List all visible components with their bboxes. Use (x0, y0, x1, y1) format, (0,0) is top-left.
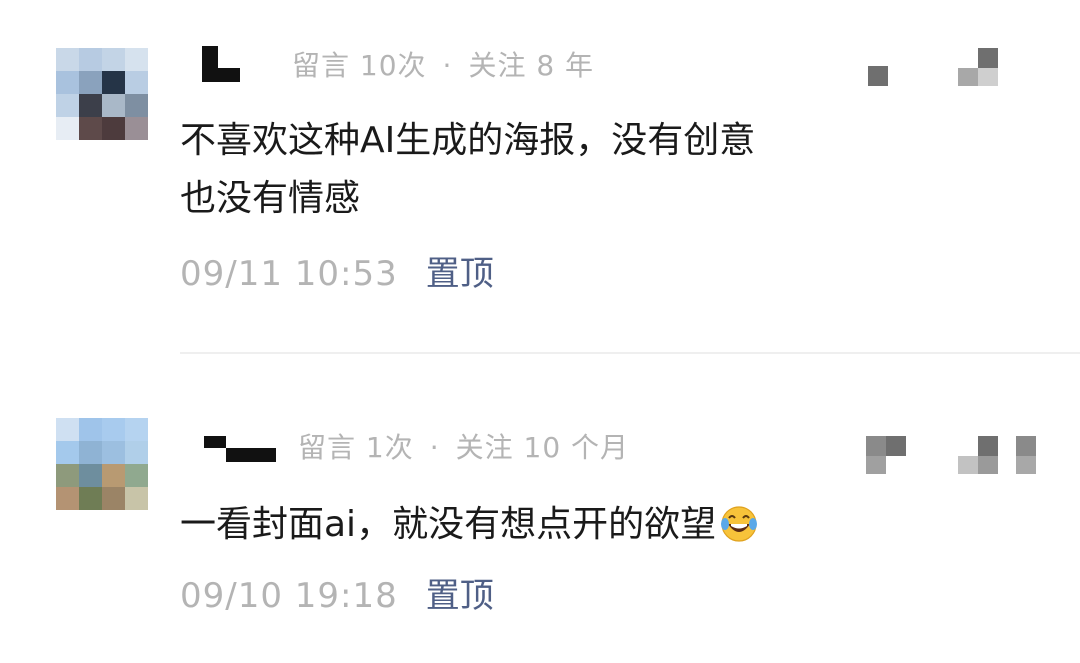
comment-footer: 09/11 10:53 置顶 (180, 246, 494, 295)
nickname[interactable] (198, 46, 268, 86)
timestamp: 09/11 10:53 (180, 254, 398, 294)
comment-item: 留言 10次 · 关注 8 年 不喜欢这种AI生成的海报，没有创意 也没有情感 09… (0, 0, 1080, 354)
more-icon[interactable] (1014, 436, 1038, 480)
reply-icon[interactable] (958, 48, 1018, 92)
comment-text: 不喜欢这种AI生成的海报，没有创意 也没有情感 (180, 112, 900, 228)
comment-item: 留言 1次 · 关注 10 个月 一看封面ai，就没有想点开的欲望 09/10 19… (0, 380, 1080, 663)
comment-text-line: 不喜欢这种AI生成的海报，没有创意 (180, 120, 756, 161)
comment-text: 一看封面ai，就没有想点开的欲望 (180, 496, 900, 554)
meta-separator: · (442, 49, 453, 82)
pin-button[interactable]: 置顶 (426, 254, 494, 294)
comment-text-line: 也没有情感 (180, 178, 361, 219)
laughing-tears-emoji (721, 506, 758, 542)
avatar[interactable] (56, 418, 148, 510)
nickname[interactable] (204, 436, 284, 476)
timestamp: 09/10 19:18 (180, 576, 398, 616)
comment-text-line: 一看封面ai，就没有想点开的欲望 (180, 496, 900, 554)
like-icon[interactable] (866, 436, 926, 480)
avatar[interactable] (56, 48, 148, 140)
reply-icon[interactable] (958, 436, 1018, 480)
message-count: 留言 1次 (298, 431, 414, 464)
message-count: 留言 10次 (292, 49, 427, 82)
comment-footer: 09/10 19:18 置顶 (180, 568, 494, 617)
comment-text-content: 一看封面ai，就没有想点开的欲望 (180, 504, 717, 545)
pin-button[interactable]: 置顶 (426, 576, 494, 616)
comment-meta: 留言 10次 · 关注 8 年 (292, 44, 594, 84)
follow-duration: 关注 8 年 (468, 49, 595, 82)
meta-separator: · (429, 431, 440, 464)
comment-meta: 留言 1次 · 关注 10 个月 (298, 426, 629, 466)
like-icon[interactable] (866, 48, 926, 92)
divider (180, 352, 1080, 354)
follow-duration: 关注 10 个月 (455, 431, 630, 464)
